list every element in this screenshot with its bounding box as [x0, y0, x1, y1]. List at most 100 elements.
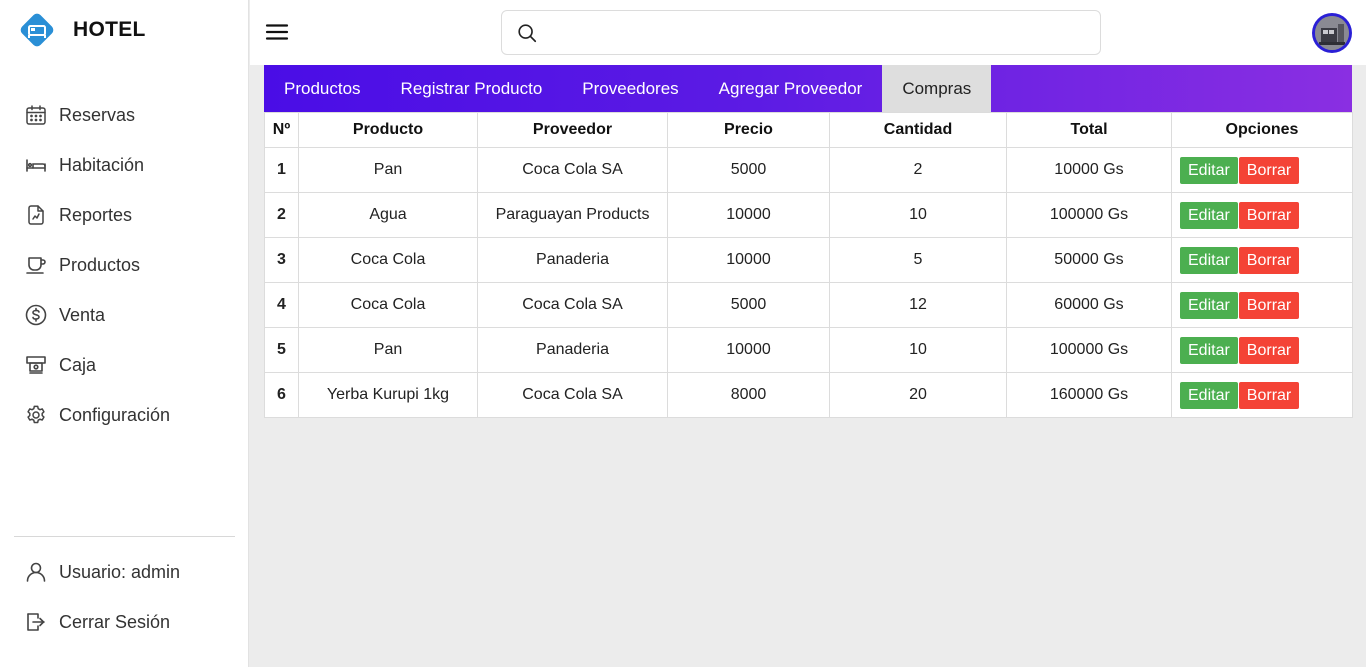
column-header-total: Total — [1006, 112, 1172, 148]
cell-proveedor: Coca Cola SA — [477, 372, 668, 418]
logout-label: Cerrar Sesión — [59, 611, 171, 632]
column-header-producto: Producto — [298, 112, 478, 148]
search-input[interactable] — [548, 19, 1088, 47]
cell-proveedor: Panaderia — [477, 237, 668, 283]
user-label: Usuario: admin — [59, 561, 181, 582]
cell-total: 160000 Gs — [1006, 372, 1172, 418]
cell-number: 6 — [264, 372, 299, 418]
tab-productos[interactable]: Productos — [264, 65, 381, 112]
cell-number: 4 — [264, 282, 299, 328]
cell-producto: Coca Cola — [298, 237, 478, 283]
logout-button[interactable]: Cerrar Sesión — [0, 597, 249, 647]
cell-total: 60000 Gs — [1006, 282, 1172, 328]
column-header-cantidad: Cantidad — [829, 112, 1007, 148]
calendar-icon — [26, 105, 46, 125]
cell-opciones: Editar Borrar — [1171, 237, 1353, 283]
sidebar-item-label: Productos — [59, 254, 141, 275]
cell-total: 10000 Gs — [1006, 147, 1172, 193]
table-header-row: Nº Producto Proveedor Precio Cantidad To… — [264, 112, 1353, 148]
cell-proveedor: Panaderia — [477, 327, 668, 373]
purchases-table-container: Nº Producto Proveedor Precio Cantidad To… — [264, 112, 1353, 418]
tab-agregar-proveedor[interactable]: Agregar Proveedor — [699, 65, 883, 112]
cell-cantidad: 10 — [829, 192, 1007, 238]
cell-opciones: Editar Borrar — [1171, 372, 1353, 418]
user-icon — [26, 562, 46, 582]
cup-icon — [26, 257, 46, 274]
edit-button[interactable]: Editar — [1180, 201, 1238, 229]
sidebar-divider — [14, 536, 235, 537]
delete-button[interactable]: Borrar — [1238, 291, 1300, 319]
cell-precio: 5000 — [667, 282, 830, 328]
cell-precio: 5000 — [667, 147, 830, 193]
delete-button[interactable]: Borrar — [1238, 201, 1300, 229]
cell-number: 2 — [264, 192, 299, 238]
hamburger-icon — [265, 24, 289, 40]
delete-button[interactable]: Borrar — [1238, 156, 1300, 184]
column-header-number: Nº — [264, 112, 299, 148]
delete-button[interactable]: Borrar — [1238, 381, 1300, 409]
sidebar: HOTEL Reservas Habitación Reportes Produ… — [0, 0, 249, 667]
cell-precio: 10000 — [667, 327, 830, 373]
app-title: HOTEL — [73, 18, 146, 41]
column-header-proveedor: Proveedor — [477, 112, 668, 148]
sidebar-item-caja[interactable]: Caja — [0, 340, 249, 390]
table-row: 6 Yerba Kurupi 1kg Coca Cola SA 8000 20 … — [264, 372, 1353, 418]
table-row: 1 Pan Coca Cola SA 5000 2 10000 Gs Edita… — [264, 147, 1353, 193]
sidebar-item-configuracion[interactable]: Configuración — [0, 390, 249, 440]
sidebar-bottom: Usuario: admin Cerrar Sesión — [0, 547, 249, 647]
cell-proveedor: Coca Cola SA — [477, 282, 668, 328]
sidebar-nav: Reservas Habitación Reportes Productos V… — [0, 90, 249, 440]
edit-button[interactable]: Editar — [1180, 156, 1238, 184]
tab-proveedores[interactable]: Proveedores — [562, 65, 698, 112]
cell-producto: Pan — [298, 327, 478, 373]
top-header — [250, 0, 1366, 65]
sidebar-item-reportes[interactable]: Reportes — [0, 190, 249, 240]
sidebar-item-reservas[interactable]: Reservas — [0, 90, 249, 140]
hotel-logo-icon — [18, 11, 56, 49]
sidebar-item-venta[interactable]: Venta — [0, 290, 249, 340]
cell-precio: 8000 — [667, 372, 830, 418]
menu-toggle-button[interactable] — [264, 19, 290, 45]
cell-opciones: Editar Borrar — [1171, 147, 1353, 193]
tab-registrar-producto[interactable]: Registrar Producto — [381, 65, 563, 112]
search-icon — [518, 24, 537, 43]
cell-producto: Pan — [298, 147, 478, 193]
dollar-circle-icon — [25, 304, 47, 326]
table-row: 5 Pan Panaderia 10000 10 100000 Gs Edita… — [264, 327, 1353, 373]
cash-register-icon — [26, 356, 46, 374]
gear-icon — [27, 405, 45, 424]
cell-cantidad: 5 — [829, 237, 1007, 283]
sidebar-item-label: Caja — [59, 354, 97, 375]
column-header-opciones: Opciones — [1171, 112, 1353, 148]
edit-button[interactable]: Editar — [1180, 291, 1238, 319]
cell-precio: 10000 — [667, 192, 830, 238]
tab-compras[interactable]: Compras — [882, 65, 992, 112]
sidebar-item-productos[interactable]: Productos — [0, 240, 249, 290]
cell-number: 5 — [264, 327, 299, 373]
cell-total: 50000 Gs — [1006, 237, 1172, 283]
edit-button[interactable]: Editar — [1180, 381, 1238, 409]
sidebar-item-habitacion[interactable]: Habitación — [0, 140, 249, 190]
table-row: 2 Agua Paraguayan Products 10000 10 1000… — [264, 192, 1353, 238]
cell-total: 100000 Gs — [1006, 192, 1172, 238]
delete-button[interactable]: Borrar — [1238, 246, 1300, 274]
sidebar-item-usuario[interactable]: Usuario: admin — [0, 547, 249, 597]
edit-button[interactable]: Editar — [1180, 246, 1238, 274]
table-row: 4 Coca Cola Coca Cola SA 5000 12 60000 G… — [264, 282, 1353, 328]
avatar-image — [1315, 16, 1349, 50]
sidebar-item-label: Venta — [59, 304, 106, 325]
avatar[interactable] — [1312, 13, 1352, 53]
report-icon — [28, 205, 44, 225]
brand[interactable]: HOTEL — [18, 11, 146, 49]
column-header-precio: Precio — [667, 112, 830, 148]
cell-number: 3 — [264, 237, 299, 283]
cell-cantidad: 2 — [829, 147, 1007, 193]
cell-producto: Coca Cola — [298, 282, 478, 328]
cell-number: 1 — [264, 147, 299, 193]
table-row: 3 Coca Cola Panaderia 10000 5 50000 Gs E… — [264, 237, 1353, 283]
edit-button[interactable]: Editar — [1180, 336, 1238, 364]
sidebar-item-label: Reportes — [59, 204, 133, 225]
cell-cantidad: 20 — [829, 372, 1007, 418]
delete-button[interactable]: Borrar — [1238, 336, 1300, 364]
cell-producto: Yerba Kurupi 1kg — [298, 372, 478, 418]
